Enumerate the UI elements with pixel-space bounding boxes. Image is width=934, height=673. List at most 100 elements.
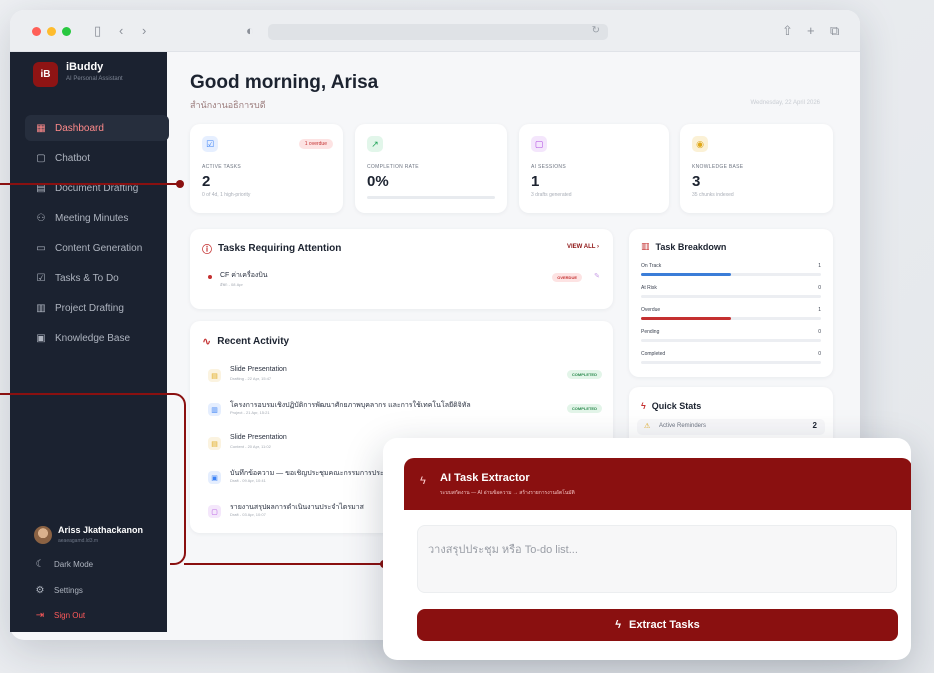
brand-logo: iB <box>33 62 58 87</box>
quick-stat-value: 2 <box>812 421 817 430</box>
breakdown-bar-track <box>641 273 821 276</box>
stat-card-active-tasks[interactable]: ☑ 1 overdue ACTIVE TASKS 2 0 of 4d, 1 hi… <box>190 124 343 213</box>
breakdown-value: 0 <box>818 285 821 291</box>
gear-icon: ⚙ <box>35 585 45 596</box>
callout-dot <box>176 180 184 188</box>
dark-mode-toggle[interactable]: ☾ Dark Mode <box>34 559 94 570</box>
sidebar-item-document-drafting[interactable]: ▤ Document Drafting <box>25 175 169 201</box>
sidebar-item-chatbot[interactable]: ▢ Chatbot <box>25 145 169 171</box>
checkbox-icon: ☑ <box>202 136 218 152</box>
breakdown-bar-fill <box>641 273 731 276</box>
sidebar-toggle-icon[interactable]: ▯ <box>94 22 101 40</box>
breakdown-bar-track <box>641 361 821 364</box>
extractor-subtitle: ระบบสกัดงาน — AI อ่านข้อความ → สร้างรายก… <box>440 490 575 496</box>
grid-icon: ▦ <box>36 122 46 134</box>
bar-chart-icon: ▥ <box>641 241 650 251</box>
sidebar-item-tasks-to-do[interactable]: ☑ Tasks & To Do <box>25 265 169 291</box>
sidebar-item-dashboard[interactable]: ▦ Dashboard <box>25 115 169 141</box>
breakdown-label: At Risk <box>641 285 657 291</box>
breakdown-value: 1 <box>818 307 821 313</box>
stat-label: COMPLETION RATE <box>367 164 419 170</box>
activity-row[interactable]: ▤ Slide Presentation Drafting - 22 Apr, 15… <box>202 363 602 393</box>
stat-subtext: 3 drafts generated <box>531 192 572 198</box>
sidebar-item-label: Dashboard <box>55 122 104 134</box>
breakdown-label: On Track <box>641 263 662 269</box>
maximize-window-button[interactable] <box>62 27 71 36</box>
overdue-badge: 1 overdue <box>298 139 333 149</box>
privacy-shield-icon[interactable]: ◐ <box>246 22 254 40</box>
people-icon: ⚇ <box>36 212 46 224</box>
activity-type-icon: ▤ <box>208 437 221 450</box>
view-all-link[interactable]: VIEW ALL › <box>567 244 599 250</box>
attention-item-meta: อัพก - 08 Apr <box>220 282 243 287</box>
stat-card-knowledge-base[interactable]: ◉ KNOWLEDGE BASE 3 35 chunks indexed <box>680 124 833 213</box>
sidebar-item-label: Project Drafting <box>55 302 124 314</box>
attention-title: ⓘ Tasks Requiring Attention <box>202 241 341 256</box>
sidebar-item-label: Meeting Minutes <box>55 212 129 224</box>
extractor-title: AI Task Extractor <box>440 472 530 484</box>
pulse-icon: ∿ <box>202 336 212 348</box>
sidebar-item-meeting-minutes[interactable]: ⚇ Meeting Minutes <box>25 205 169 231</box>
edit-icon[interactable]: ✎ <box>594 272 600 280</box>
activity-type-icon: ▤ <box>208 369 221 382</box>
close-window-button[interactable] <box>32 27 41 36</box>
quick-stats-title: ϟ Quick Stats <box>641 401 701 411</box>
quick-stat-row[interactable]: ⚠ Active Reminders 2 <box>637 419 825 435</box>
browser-toolbar: ▯ ‹ › ◐ ↻ ⇧ + ⧉ <box>10 10 860 52</box>
checkbox-icon: ☑ <box>36 272 46 284</box>
extract-tasks-button[interactable]: ϟ Extract Tasks <box>417 609 898 641</box>
settings-link[interactable]: ⚙ Settings <box>34 585 83 596</box>
activity-row[interactable]: ▥ โครงการอบรมเชิงปฏิบัติการพัฒนาศักยภาพบุ… <box>202 397 602 427</box>
sidebar-item-project-drafting[interactable]: ▥ Project Drafting <box>25 295 169 321</box>
activity-type-icon: ▣ <box>208 471 221 484</box>
tab-overview-icon[interactable]: ⧉ <box>830 22 839 40</box>
completion-progress-bar <box>367 196 495 199</box>
stat-label: ACTIVE TASKS <box>202 164 241 170</box>
reload-icon[interactable]: ↻ <box>592 25 600 36</box>
recent-activity-title-text: Recent Activity <box>217 336 290 347</box>
breakdown-row: Overdue 1 <box>641 307 821 327</box>
avatar[interactable] <box>34 526 52 544</box>
sidebar-item-label: Content Generation <box>55 242 143 254</box>
breakdown-bar-track <box>641 317 821 320</box>
sign-out-link[interactable]: ⇥ Sign Out <box>34 610 85 621</box>
activity-meta: Project - 21 Apr, 15:21 <box>230 410 270 415</box>
attention-item-title: CF ค่าเครื่องบิน <box>220 272 268 279</box>
stat-card-ai-sessions[interactable]: ▢ AI SESSIONS 1 3 drafts generated <box>519 124 669 213</box>
meeting-notes-input[interactable] <box>417 525 897 593</box>
extract-tasks-label: Extract Tasks <box>629 619 700 631</box>
user-name: Ariss Jkathackanon <box>58 525 144 535</box>
breakdown-row: Pending 0 <box>641 329 821 349</box>
ai-task-extractor-panel: ϟ AI Task Extractor ระบบสกัดงาน — AI อ่า… <box>383 438 911 660</box>
lightning-icon: ϟ <box>420 475 426 487</box>
stat-value: 1 <box>531 173 540 190</box>
activity-meta: Draft - 09 Apr, 10:41 <box>230 478 266 483</box>
attention-item[interactable]: CF ค่าเครื่องบิน อัพก - 08 Apr OVERDUE ✎ <box>202 269 602 291</box>
new-tab-icon[interactable]: + <box>807 22 815 40</box>
quick-stat-label: Active Reminders <box>659 423 707 429</box>
settings-label: Settings <box>54 586 83 595</box>
breakdown-bar-track <box>641 339 821 342</box>
back-arrow-icon[interactable]: ‹ <box>119 22 123 40</box>
stat-card-completion-rate[interactable]: ↗ COMPLETION RATE 0% <box>355 124 507 213</box>
status-badge: COMPLETED <box>566 370 602 379</box>
task-breakdown-title-text: Task Breakdown <box>655 241 727 252</box>
brand-subtitle: AI Personal Assistant <box>66 76 123 82</box>
sidebar-item-knowledge-base[interactable]: ▣ Knowledge Base <box>25 325 169 351</box>
forward-arrow-icon[interactable]: › <box>142 22 146 40</box>
task-breakdown-title: ▥ Task Breakdown <box>641 241 726 252</box>
attention-title-text: Tasks Requiring Attention <box>218 243 342 254</box>
stat-value: 3 <box>692 173 701 190</box>
attention-card: ⓘ Tasks Requiring Attention VIEW ALL › C… <box>190 229 613 309</box>
address-bar[interactable]: ↻ <box>268 24 608 40</box>
page-title: Good morning, Arisa <box>190 72 379 93</box>
sign-out-icon: ⇥ <box>35 610 45 621</box>
breakdown-label: Completed <box>641 351 666 357</box>
breakdown-label: Pending <box>641 329 660 335</box>
current-date: Wednesday, 22 April 2026 <box>750 100 821 106</box>
sidebar-item-content-generation[interactable]: ▭ Content Generation <box>25 235 169 261</box>
priority-dot-icon <box>208 275 212 279</box>
minimize-window-button[interactable] <box>47 27 56 36</box>
share-icon[interactable]: ⇧ <box>782 22 793 40</box>
callout-line <box>0 183 180 185</box>
